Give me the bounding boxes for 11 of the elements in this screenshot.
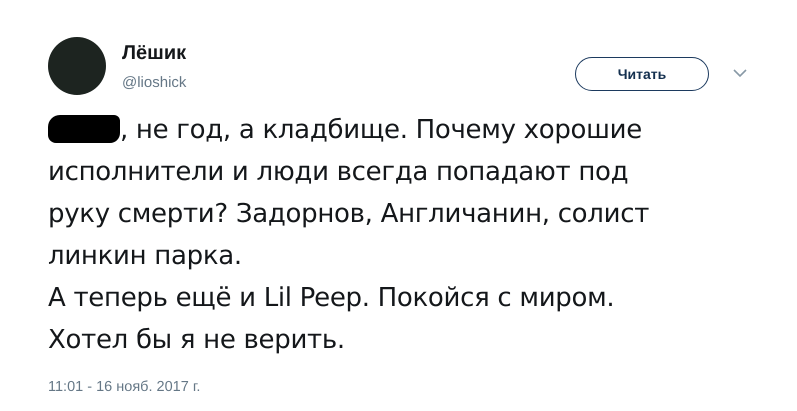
tweet-text-line: , не год, а кладбище. Почему хорошие [120,115,642,145]
tweet-text-line: руку смерти? Задорнов, Англичанин, солист [48,199,650,229]
tweet-text-line: линкин парка. [48,241,242,271]
chevron-down-icon[interactable] [733,69,747,78]
timestamp: 11:01 - 16 нояб. 2017 г. [48,378,202,397]
tweet-text-line: А теперь ещё и Lil Peep. Покойся с миром. [48,283,614,313]
author-name: Лёшик [122,41,186,65]
author-handle: @lioshick [122,73,186,93]
tweet-text-line: исполнители и люди всегда попадают под [48,157,628,187]
follow-button[interactable]: Читать [575,57,709,91]
tweet-text-line: Хотел бы я не верить. [48,325,345,355]
